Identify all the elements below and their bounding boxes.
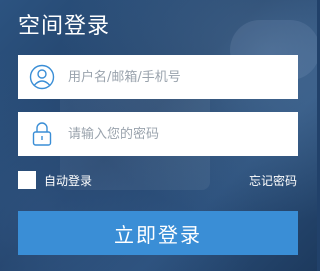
username-input[interactable] xyxy=(66,62,288,92)
auto-login-option[interactable]: 自动登录 xyxy=(18,171,92,189)
login-button[interactable]: 立即登录 xyxy=(18,211,298,255)
lock-icon xyxy=(18,112,66,156)
forgot-password-link[interactable]: 忘记密码 xyxy=(249,172,297,189)
auto-login-checkbox[interactable] xyxy=(18,171,36,189)
login-title: 空间登录 xyxy=(18,14,111,39)
auto-login-label[interactable]: 自动登录 xyxy=(44,172,92,189)
password-input[interactable] xyxy=(66,119,288,149)
password-field[interactable] xyxy=(18,112,298,156)
username-field[interactable] xyxy=(18,55,298,99)
user-icon xyxy=(18,55,66,99)
